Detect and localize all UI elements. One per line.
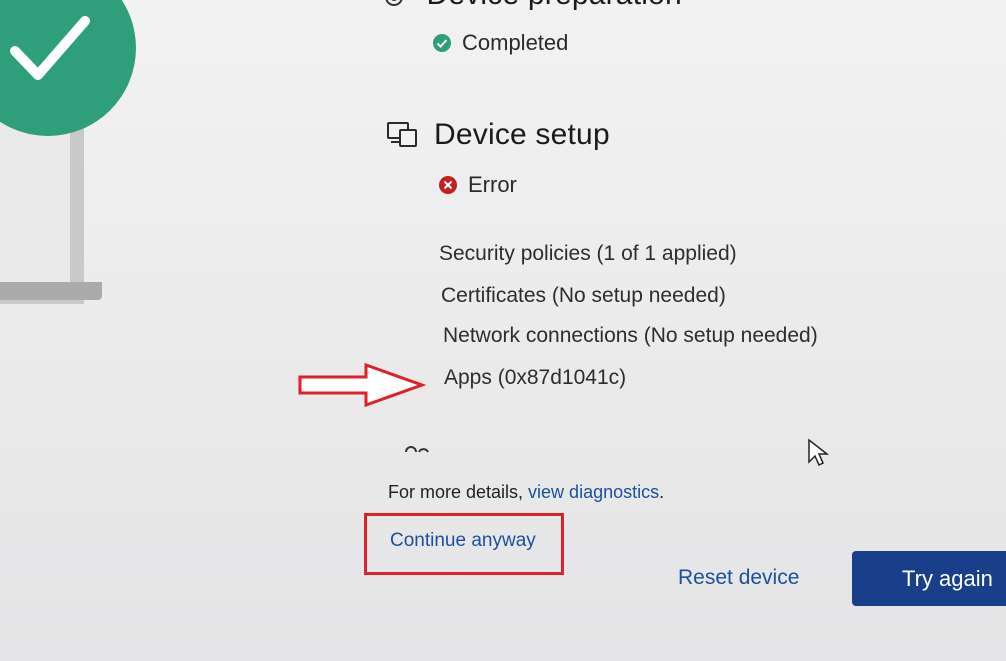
annotation-arrow-icon [298, 362, 428, 413]
diagnostics-line: For more details, view diagnostics. [388, 482, 664, 503]
device-setup-status: Error [438, 172, 517, 198]
device-preparation-status: Completed [432, 30, 568, 56]
success-check-icon [0, 0, 136, 136]
reset-device-button[interactable]: Reset device [678, 566, 799, 590]
laptop-base [0, 282, 102, 300]
status-text-error: Error [468, 172, 517, 197]
try-again-button[interactable]: Try again [852, 551, 1006, 606]
device-setup-title: Device setup [434, 118, 610, 151]
details-suffix: . [659, 482, 665, 502]
device-setup-section: Device setup [386, 118, 610, 152]
devices-icon [386, 120, 418, 150]
partial-icon [404, 440, 430, 458]
device-preparation-title: Device preparation [426, 0, 681, 11]
view-diagnostics-link[interactable]: view diagnostics [528, 482, 659, 502]
check-circle-icon [432, 33, 452, 53]
detail-apps-error: Apps (0x87d1041c) [444, 366, 627, 389]
status-text-completed: Completed [462, 30, 569, 55]
detail-network-connections: Network connections (No setup needed) [443, 324, 818, 347]
continue-anyway-link[interactable]: Continue anyway [390, 530, 536, 552]
laptop-illustration [0, 110, 84, 304]
detail-certificates: Certificates (No setup needed) [441, 284, 726, 307]
detail-security-policies: Security policies (1 of 1 applied) [439, 242, 737, 265]
mouse-cursor-icon [807, 438, 830, 473]
details-prefix: For more details, [388, 482, 529, 502]
gear-icon [380, 0, 408, 16]
device-preparation-section: Device preparation [380, 0, 682, 16]
error-icon [438, 175, 458, 195]
